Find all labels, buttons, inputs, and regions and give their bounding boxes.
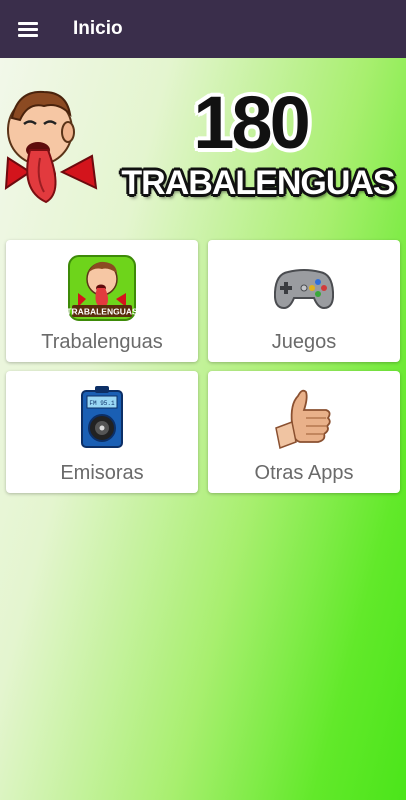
trabalenguas-app-icon: TRABALENGUAS — [68, 255, 136, 321]
svg-text:FM 95.1: FM 95.1 — [89, 400, 115, 407]
banner-number: 180 — [193, 81, 310, 164]
mascot-logo-icon — [4, 90, 98, 204]
tile-label: Otras Apps — [254, 462, 354, 484]
app-bar: Inicio — [0, 0, 406, 58]
tile-otras-apps[interactable]: Otras Apps — [208, 371, 400, 493]
menu-button[interactable] — [0, 0, 57, 58]
tile-label: Juegos — [271, 331, 337, 353]
hamburger-menu-icon — [18, 22, 38, 37]
banner-title: TRABALENGUAS — [121, 164, 395, 202]
tile-label: Trabalenguas — [41, 331, 163, 353]
tile-trabalenguas[interactable]: TRABALENGUAS Trabalenguas — [6, 240, 198, 362]
tile-juegos[interactable]: Juegos — [208, 240, 400, 362]
thumbs-up-icon — [275, 389, 331, 450]
page-title: Inicio — [73, 18, 123, 39]
tile-emisoras[interactable]: FM 95.1 Emisoras — [6, 371, 198, 493]
gamepad-icon — [274, 269, 334, 310]
radio-icon: FM 95.1 — [81, 386, 123, 448]
trabalenguas-icon-caption: TRABALENGUAS — [68, 307, 136, 317]
tile-label: Emisoras — [60, 462, 144, 484]
